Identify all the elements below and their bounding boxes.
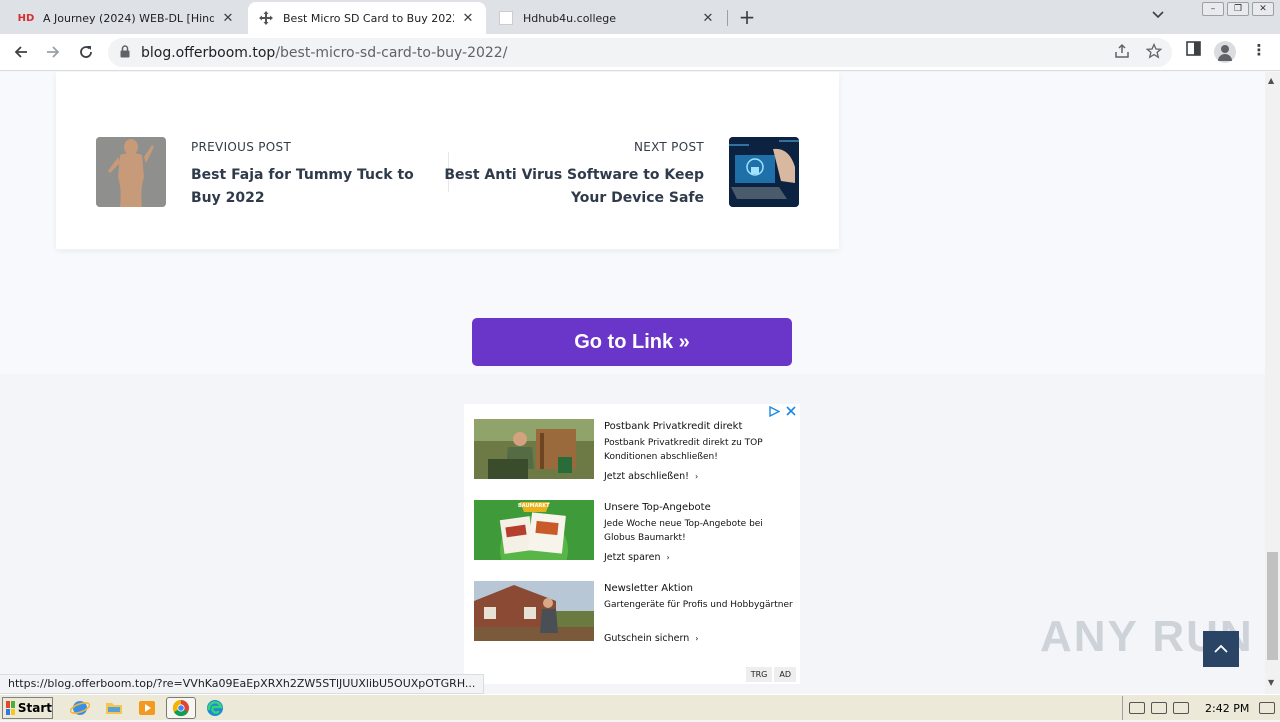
kebab-menu-icon[interactable]: ⋮	[1248, 41, 1270, 59]
tab-title: Best Micro SD Card to Buy 2022 – Of	[283, 11, 454, 25]
ad-item-postbank[interactable]: Postbank Privatkredit direkt Postbank Pr…	[474, 419, 794, 482]
start-label: Start	[17, 701, 52, 715]
advertisement-block: Postbank Privatkredit direkt Postbank Pr…	[464, 404, 800, 684]
action-center-flag-icon[interactable]	[1173, 702, 1189, 714]
content-area: PREVIOUS POST Best Faja for Tummy Tuck t…	[0, 72, 1265, 374]
bookmark-star-icon[interactable]	[1145, 42, 1163, 63]
tab-title: A Journey (2024) WEB-DL [Hindi (OF	[43, 11, 214, 25]
profile-avatar-icon[interactable]	[1214, 41, 1236, 63]
tab-title: Hdhub4u.college	[523, 11, 617, 25]
chrome-taskbar-button[interactable]	[166, 697, 196, 719]
reload-icon[interactable]	[75, 41, 97, 63]
close-tab-icon[interactable]: ✕	[460, 11, 476, 26]
close-tab-icon[interactable]: ✕	[700, 11, 716, 26]
ad-title[interactable]: Postbank Privatkredit direkt	[604, 421, 742, 432]
move-icon	[258, 10, 274, 26]
previous-post-title-line2[interactable]: Buy 2022	[191, 187, 431, 210]
next-post-thumbnail[interactable]	[729, 137, 799, 207]
ad-cta-link[interactable]: Jetzt abschließen! ›	[604, 471, 698, 482]
ad-image-brand-text: BAUMARKT	[518, 503, 550, 509]
vertical-scrollbar[interactable]: ▲ ▼	[1265, 72, 1280, 694]
forward-arrow-icon[interactable]	[42, 41, 64, 63]
restore-icon[interactable]: ❐	[1227, 2, 1249, 16]
back-arrow-icon[interactable]	[10, 41, 32, 63]
url-text: blog.offerboom.top/best-micro-sd-card-to…	[141, 45, 508, 61]
close-tab-icon[interactable]: ✕	[220, 11, 236, 26]
ad-description: Jede Woche neue Top-Angebote bei Globus …	[604, 519, 763, 543]
ad-description: Postbank Privatkredit direkt zu TOP Kond…	[604, 438, 763, 462]
chrome-icon	[172, 699, 189, 717]
windows-taskbar: Start 2:42 PM	[0, 694, 1280, 720]
browser-toolbar: blog.offerboom.top/best-micro-sd-card-to…	[0, 34, 1280, 71]
previous-post-title-line1[interactable]: Best Faja for Tummy Tuck to	[191, 164, 431, 187]
start-button[interactable]: Start	[2, 697, 53, 719]
ad-image-baumarkt[interactable]: BAUMARKT	[474, 500, 594, 560]
ad-trg-badge[interactable]: TRG	[745, 667, 773, 682]
close-window-icon[interactable]: ✕	[1252, 2, 1274, 16]
next-post-title-line1[interactable]: Best Anti Virus Software to Keep	[444, 164, 704, 187]
ad-item-baumarkt[interactable]: BAUMARKT Unsere Top-Angebote Jede Woche …	[474, 500, 794, 563]
hd-favicon-icon: HD	[17, 12, 35, 24]
address-bar[interactable]: blog.offerboom.top/best-micro-sd-card-to…	[108, 38, 1172, 67]
clock[interactable]: 2:42 PM	[1205, 702, 1249, 715]
ad-description: Gartengeräte für Profis und Hobbygärtner	[604, 600, 793, 610]
next-post-title-line2[interactable]: Your Device Safe	[444, 187, 704, 210]
lock-icon	[120, 45, 130, 58]
tab-search-chevron-icon[interactable]	[1152, 9, 1164, 22]
go-to-link-button[interactable]: Go to Link »	[472, 318, 792, 366]
media-player-icon[interactable]	[137, 698, 157, 718]
tab-hdhub4u[interactable]: Hdhub4u.college ✕	[488, 2, 726, 34]
previous-post-thumbnail[interactable]	[96, 137, 166, 207]
tab-a-journey[interactable]: HD A Journey (2024) WEB-DL [Hindi (OF ✕	[8, 2, 246, 34]
ad-item-newsletter[interactable]: Newsletter Aktion Gartengeräte für Profi…	[474, 581, 794, 644]
status-bar-url: https://blog.offerboom.top/?re=VVhKa09Ea…	[0, 674, 485, 694]
side-panel-icon[interactable]	[1182, 41, 1204, 60]
system-tray: 2:42 PM	[1122, 696, 1280, 720]
ad-choices[interactable]	[769, 405, 796, 420]
network-icon[interactable]	[1151, 702, 1167, 714]
adchoices-play-icon[interactable]	[769, 405, 781, 420]
post-navigation-card: PREVIOUS POST Best Faja for Tummy Tuck t…	[56, 72, 839, 249]
tab-best-micro-sd[interactable]: Best Micro SD Card to Buy 2022 – Of ✕	[248, 2, 486, 34]
internet-explorer-icon[interactable]	[69, 698, 91, 718]
next-post-label: NEXT POST	[633, 140, 704, 154]
ad-footer: TRG AD	[744, 667, 796, 682]
ad-title[interactable]: Unsere Top-Angebote	[604, 502, 711, 513]
ad-title[interactable]: Newsletter Aktion	[604, 583, 693, 594]
ad-image-postbank[interactable]	[474, 419, 594, 479]
window-controls: – ❐ ✕	[1202, 2, 1274, 16]
share-icon[interactable]	[1114, 43, 1130, 63]
volume-icon[interactable]	[1129, 702, 1145, 714]
tab-strip: HD A Journey (2024) WEB-DL [Hindi (OF ✕ …	[0, 0, 1280, 34]
windows-logo-icon	[6, 701, 15, 715]
ad-image-newsletter[interactable]	[474, 581, 594, 641]
minimize-icon[interactable]: –	[1202, 2, 1224, 16]
show-desktop-icon[interactable]	[1259, 702, 1276, 714]
blank-page-icon	[498, 10, 514, 26]
ad-badge[interactable]: AD	[774, 667, 796, 682]
scroll-up-arrow-icon[interactable]: ▲	[1268, 76, 1274, 85]
ad-cta-link[interactable]: Gutschein sichern ›	[604, 633, 699, 644]
scrollbar-thumb[interactable]	[1267, 552, 1278, 660]
new-tab-button[interactable]: +	[736, 7, 758, 29]
edge-icon[interactable]	[205, 698, 225, 718]
folder-icon[interactable]	[104, 698, 124, 718]
scroll-down-arrow-icon[interactable]: ▼	[1268, 678, 1274, 687]
ad-close-icon[interactable]	[786, 406, 796, 420]
previous-post-title[interactable]: Best Faja for Tummy Tuck to Buy 2022	[191, 164, 431, 210]
ad-cta-link[interactable]: Jetzt sparen ›	[604, 552, 670, 563]
next-post-title[interactable]: Best Anti Virus Software to Keep Your De…	[444, 164, 704, 210]
tab-separator	[727, 10, 728, 26]
page-viewport: PREVIOUS POST Best Faja for Tummy Tuck t…	[0, 72, 1265, 694]
scroll-to-top-button[interactable]	[1203, 631, 1239, 667]
chevron-up-icon	[1214, 644, 1228, 653]
previous-post-label: PREVIOUS POST	[191, 140, 292, 154]
